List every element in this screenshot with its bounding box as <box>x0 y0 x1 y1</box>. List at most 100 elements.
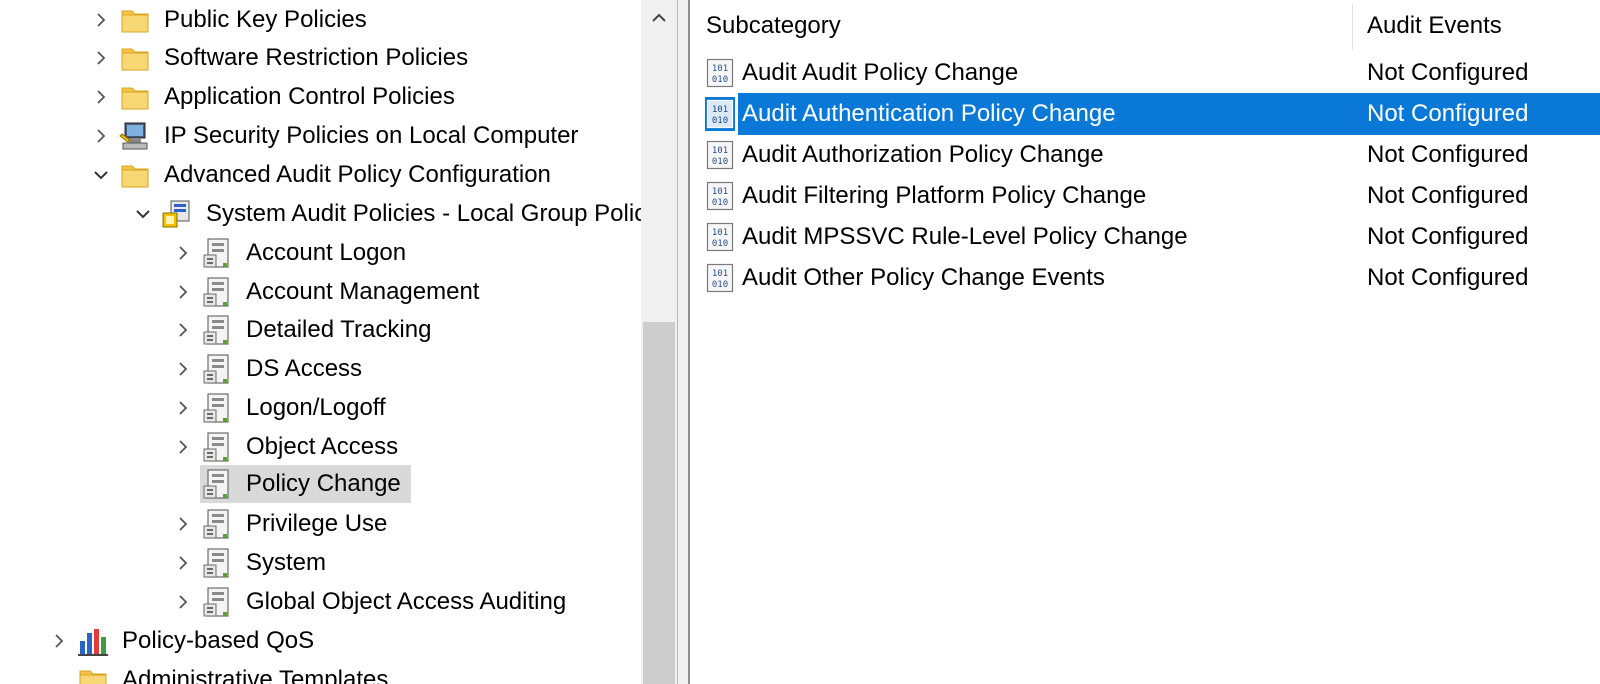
tree-item-label: Software Restriction Policies <box>164 44 469 71</box>
tree-item-label: Account Management <box>246 278 480 305</box>
svg-text:101: 101 <box>712 269 728 279</box>
chevron-right-icon[interactable] <box>172 552 194 574</box>
list-item[interactable]: 101 010 Audit Audit Policy Change Not Con… <box>690 52 1600 94</box>
gpo-editor-window: Public Key Policies Software Restriction… <box>0 0 1600 684</box>
scrollbar-thumb[interactable] <box>643 322 675 684</box>
tree-vertical-scrollbar[interactable] <box>641 0 677 684</box>
tree-item-label: Policy-based QoS <box>122 627 315 654</box>
audit-events-value: Not Configured <box>1367 264 1529 291</box>
chevron-right-icon[interactable] <box>90 125 112 147</box>
chevron-right-icon[interactable] <box>172 281 194 303</box>
tree-item-policy-based-qos[interactable]: Policy-based QoS <box>48 623 318 659</box>
chevron-right-icon[interactable] <box>172 436 194 458</box>
tree-item-account-logon[interactable]: Account Logon <box>172 235 410 271</box>
svg-text:010: 010 <box>712 198 728 208</box>
tree-item-label: Public Key Policies <box>164 6 367 33</box>
list-item[interactable]: 101 010 Audit MPSSVC Rule-Level Policy Ch… <box>690 216 1600 258</box>
audit-category-icon <box>200 236 234 270</box>
tree-selection-highlight[interactable]: Policy Change <box>200 465 411 503</box>
audit-policies-icon <box>160 197 194 231</box>
audit-category-icon <box>200 467 234 501</box>
navigation-tree: Public Key Policies Software Restriction… <box>0 0 641 684</box>
audit-category-icon <box>200 546 234 580</box>
chevron-down-icon[interactable] <box>90 164 112 186</box>
audit-category-icon <box>200 275 234 309</box>
subcategory-name: Audit Audit Policy Change <box>742 59 1019 86</box>
list-item-selected[interactable]: 101 010 Audit Authentication Policy Chang… <box>690 93 1600 135</box>
tree-item-global-object-access-auditing[interactable]: Global Object Access Auditing <box>172 584 570 620</box>
chevron-right-icon[interactable] <box>90 47 112 69</box>
chevron-right-icon[interactable] <box>172 397 194 419</box>
subcategory-name: Audit MPSSVC Rule-Level Policy Change <box>742 223 1188 250</box>
tree-item-label: DS Access <box>246 355 363 382</box>
tree-item-detailed-tracking[interactable]: Detailed Tracking <box>172 312 435 348</box>
column-header-audit-events[interactable]: Audit Events <box>1367 10 1502 42</box>
tree-item-software-restriction-policies[interactable]: Software Restriction Policies <box>90 40 472 76</box>
folder-icon <box>118 158 152 192</box>
tree-item-advanced-audit-policy-configuration[interactable]: Advanced Audit Policy Configuration <box>90 157 555 193</box>
tree-item-public-key-policies[interactable]: Public Key Policies <box>90 2 371 38</box>
list-item[interactable]: 101 010 Audit Filtering Platform Policy C… <box>690 175 1600 217</box>
audit-setting-icon: 101 010 <box>705 97 735 131</box>
tree-item-label: Global Object Access Auditing <box>246 588 567 615</box>
audit-setting-icon: 101 010 <box>705 179 735 213</box>
audit-events-value: Not Configured <box>1367 141 1529 168</box>
audit-category-icon <box>200 507 234 541</box>
tree-item-ds-access[interactable]: DS Access <box>172 351 366 387</box>
tree-item-label: Object Access <box>246 433 399 460</box>
tree-item-account-management[interactable]: Account Management <box>172 274 483 310</box>
chevron-right-icon[interactable] <box>172 358 194 380</box>
chevron-right-icon[interactable] <box>172 591 194 613</box>
chevron-right-icon[interactable] <box>90 86 112 108</box>
bar-chart-icon <box>76 624 110 658</box>
list-item[interactable]: 101 010 Audit Authorization Policy Change… <box>690 134 1600 176</box>
tree-item-application-control-policies[interactable]: Application Control Policies <box>90 79 459 115</box>
chevron-down-icon[interactable] <box>132 203 154 225</box>
tree-item-logon-logoff[interactable]: Logon/Logoff <box>172 390 390 426</box>
svg-text:101: 101 <box>712 146 728 156</box>
chevron-right-icon[interactable] <box>172 319 194 341</box>
tree-item-ip-security-policies[interactable]: IP Security Policies on Local Computer <box>90 118 582 154</box>
folder-icon <box>76 663 110 684</box>
subcategory-name: Audit Other Policy Change Events <box>742 264 1105 291</box>
tree-item-system-audit-policies[interactable]: System Audit Policies - Local Group Poli… <box>132 196 641 232</box>
column-divider[interactable] <box>1352 4 1353 50</box>
column-header-subcategory[interactable]: Subcategory <box>706 10 841 42</box>
list-header: Subcategory Audit Events <box>690 0 1600 52</box>
tree-item-label: Account Logon <box>246 239 407 266</box>
tree-item-label: Detailed Tracking <box>246 316 432 343</box>
audit-category-icon <box>200 313 234 347</box>
folder-icon <box>118 80 152 114</box>
chevron-right-icon[interactable] <box>48 630 70 652</box>
tree-item-administrative-templates[interactable]: Administrative Templates <box>48 662 392 684</box>
folder-icon <box>118 3 152 37</box>
chevron-right-icon[interactable] <box>90 9 112 31</box>
tree-item-label: Logon/Logoff <box>246 394 386 421</box>
list-item[interactable]: 101 010 Audit Other Policy Change Events … <box>690 257 1600 299</box>
audit-setting-icon: 101 010 <box>705 138 735 172</box>
svg-text:010: 010 <box>712 239 728 249</box>
tree-item-label: Application Control Policies <box>164 83 455 110</box>
audit-category-icon <box>200 585 234 619</box>
tree-item-privilege-use[interactable]: Privilege Use <box>172 506 391 542</box>
scroll-up-arrow-icon[interactable] <box>641 0 677 36</box>
subcategory-name: Audit Authentication Policy Change <box>742 100 1116 127</box>
tree-item-label: Administrative Templates <box>122 666 389 684</box>
folder-icon <box>118 41 152 75</box>
svg-text:101: 101 <box>712 105 728 115</box>
tree-item-label: System <box>246 549 327 576</box>
audit-events-value: Not Configured <box>1367 59 1529 86</box>
pane-splitter[interactable] <box>677 0 690 684</box>
audit-events-value: Not Configured <box>1367 223 1529 250</box>
chevron-right-icon[interactable] <box>172 513 194 535</box>
audit-category-icon <box>200 352 234 386</box>
subcategory-name: Audit Authorization Policy Change <box>742 141 1104 168</box>
audit-setting-icon: 101 010 <box>705 220 735 254</box>
tree-item-system[interactable]: System <box>172 545 330 581</box>
audit-events-value: Not Configured <box>1367 100 1529 127</box>
chevron-right-icon[interactable] <box>172 242 194 264</box>
tree-item-label: System Audit Policies - Local Group Poli… <box>206 200 641 227</box>
audit-category-icon <box>200 391 234 425</box>
tree-item-object-access[interactable]: Object Access <box>172 429 402 465</box>
tree-item-policy-change[interactable]: Policy Change <box>172 465 411 503</box>
